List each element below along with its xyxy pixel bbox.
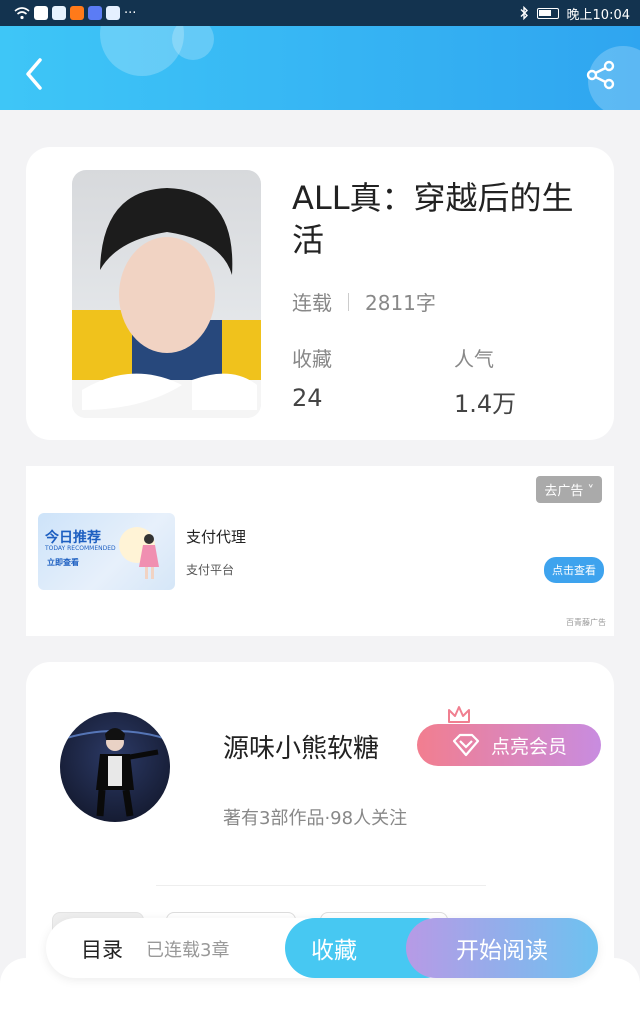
popularity-label: 人气 xyxy=(454,347,494,371)
ad-description: 支付平台 xyxy=(186,563,235,577)
chevron-down-icon: ˅ xyxy=(587,484,595,499)
ad-source: 百青藤广告 xyxy=(566,618,606,627)
vip-label: 点亮会员 xyxy=(490,735,567,758)
activate-vip-button[interactable]: 点亮会员 xyxy=(417,724,601,766)
start-reading-label: 开始阅读 xyxy=(456,938,548,964)
remove-ad-button[interactable]: 去广告 ˅ xyxy=(536,476,602,503)
bluetooth-icon xyxy=(520,6,528,20)
ad-cta-button[interactable]: 点击查看 xyxy=(544,557,604,583)
more-notifications: ··· xyxy=(124,5,137,21)
word-count: 2811字 xyxy=(365,291,436,315)
ad-image-button: 立即查看 xyxy=(47,558,79,567)
decorative-bubble xyxy=(172,26,214,60)
book-info-card: ALL真：穿越后的生活 连载 2811字 收藏 24 人气 1.4万 xyxy=(26,147,614,440)
bottom-action-bar: 目录 已连载3章 收藏 开始阅读 xyxy=(46,918,598,978)
book-meta: 连载 2811字 xyxy=(292,287,436,316)
author-name: 源味小熊软糖 xyxy=(223,734,380,764)
chapters-count: 已连载3章 xyxy=(146,940,230,961)
favorites-stat: 收藏 24 xyxy=(292,343,332,412)
share-button[interactable] xyxy=(584,58,618,92)
status-time: 晚上10:04 xyxy=(566,7,630,23)
app-notification-icon xyxy=(34,6,48,20)
remove-ad-label: 去广告 xyxy=(544,484,584,499)
divider xyxy=(156,885,486,886)
back-button[interactable] xyxy=(20,56,50,92)
favorites-value: 24 xyxy=(292,384,323,412)
app-notification-icon xyxy=(52,6,66,20)
start-reading-button[interactable]: 开始阅读 xyxy=(406,918,598,978)
app-notification-icon xyxy=(106,6,120,20)
favorites-label: 收藏 xyxy=(292,347,332,371)
header-bar xyxy=(0,26,640,110)
ad-title: 支付代理 xyxy=(186,528,247,546)
book-cover-image[interactable] xyxy=(72,170,261,418)
battery-icon xyxy=(536,7,559,19)
status-icons: ··· xyxy=(14,6,136,21)
ad-illustration xyxy=(119,527,159,579)
book-title: ALL真：穿越后的生活 xyxy=(292,179,574,259)
decorative-bubble xyxy=(100,26,184,76)
popularity-stat: 人气 1.4万 xyxy=(454,343,516,419)
ad-image-title: 今日推荐 xyxy=(45,530,101,546)
author-meta: 著有3部作品·98人关注 xyxy=(223,808,408,829)
app-notification-icon xyxy=(88,6,102,20)
chevron-left-icon xyxy=(26,58,42,90)
ad-image[interactable]: 今日推荐 TODAY RECOMMENDED 立即查看 xyxy=(38,513,175,590)
serialization-status: 连载 xyxy=(292,291,332,315)
ad-banner[interactable]: 去广告 ˅ 今日推荐 TODAY RECOMMENDED 立即查看 支付代理 支… xyxy=(26,466,614,636)
meta-divider xyxy=(348,292,349,311)
status-bar: ··· 晚上10:04 xyxy=(0,0,640,26)
author-avatar[interactable] xyxy=(60,712,170,822)
favorite-label: 收藏 xyxy=(311,938,357,964)
crown-icon xyxy=(448,706,470,723)
table-of-contents-button[interactable]: 目录 xyxy=(81,934,123,964)
popularity-value: 1.4万 xyxy=(454,390,517,418)
share-icon xyxy=(586,60,615,90)
diamond-icon xyxy=(452,733,480,757)
wifi-icon xyxy=(14,7,30,20)
app-notification-icon xyxy=(70,6,84,20)
ad-image-subtitle: TODAY RECOMMENDED xyxy=(45,545,116,552)
